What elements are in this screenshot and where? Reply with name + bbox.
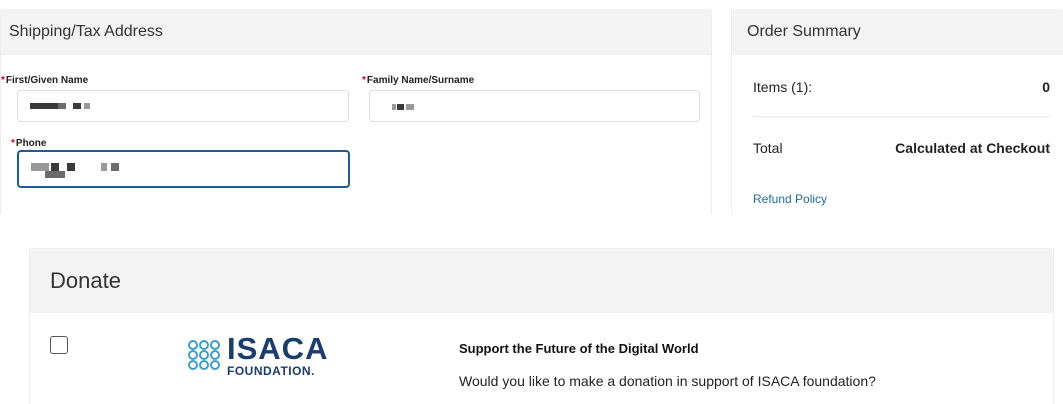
redacted-value [397, 104, 404, 110]
family-name-input[interactable] [369, 90, 700, 122]
first-name-label: *First/Given Name [1, 75, 89, 86]
donate-card: Donate ISACA FOUNDATION. Support the Fut… [29, 248, 1054, 404]
donation-headline: Support the Future of the Digital World [459, 341, 699, 356]
required-marker: * [362, 75, 366, 86]
isaca-rings-icon [188, 340, 220, 370]
donate-title: Donate [50, 268, 121, 293]
shipping-card-title: Shipping/Tax Address [9, 23, 163, 40]
refund-policy-link[interactable]: Refund Policy [753, 192, 827, 206]
isaca-foundation-logo: ISACA FOUNDATION. [187, 333, 328, 377]
items-row: Items (1): 0 [753, 79, 1050, 95]
order-summary-header: Order Summary [732, 9, 1063, 55]
first-name-input[interactable] [17, 90, 349, 122]
donation-question: Would you like to make a donation in sup… [459, 373, 876, 389]
total-label: Total [753, 140, 783, 156]
phone-label: *Phone [11, 138, 47, 149]
total-row: Total Calculated at Checkout [753, 140, 1050, 156]
redacted-value [30, 103, 58, 109]
donate-checkbox[interactable] [50, 336, 68, 354]
logo-wordmark: ISACA [227, 331, 329, 366]
logo-subtitle: FOUNDATION. [227, 364, 315, 378]
donate-card-header: Donate [30, 249, 1053, 313]
phone-input[interactable] [17, 150, 350, 188]
family-name-label: *Family Name/Surname [362, 75, 475, 86]
shipping-address-card: Shipping/Tax Address *First/Given Name *… [0, 9, 712, 214]
required-marker: * [1, 75, 5, 86]
redacted-value [51, 163, 59, 171]
total-value: Calculated at Checkout [895, 140, 1050, 156]
summary-divider [753, 116, 1050, 117]
items-value: 0 [1042, 79, 1050, 95]
order-summary-title: Order Summary [747, 23, 861, 40]
required-marker: * [11, 138, 15, 149]
order-summary-card: Order Summary Items (1): 0 Total Calcula… [731, 9, 1063, 214]
shipping-card-header: Shipping/Tax Address [1, 9, 711, 55]
items-label: Items (1): [753, 79, 813, 95]
